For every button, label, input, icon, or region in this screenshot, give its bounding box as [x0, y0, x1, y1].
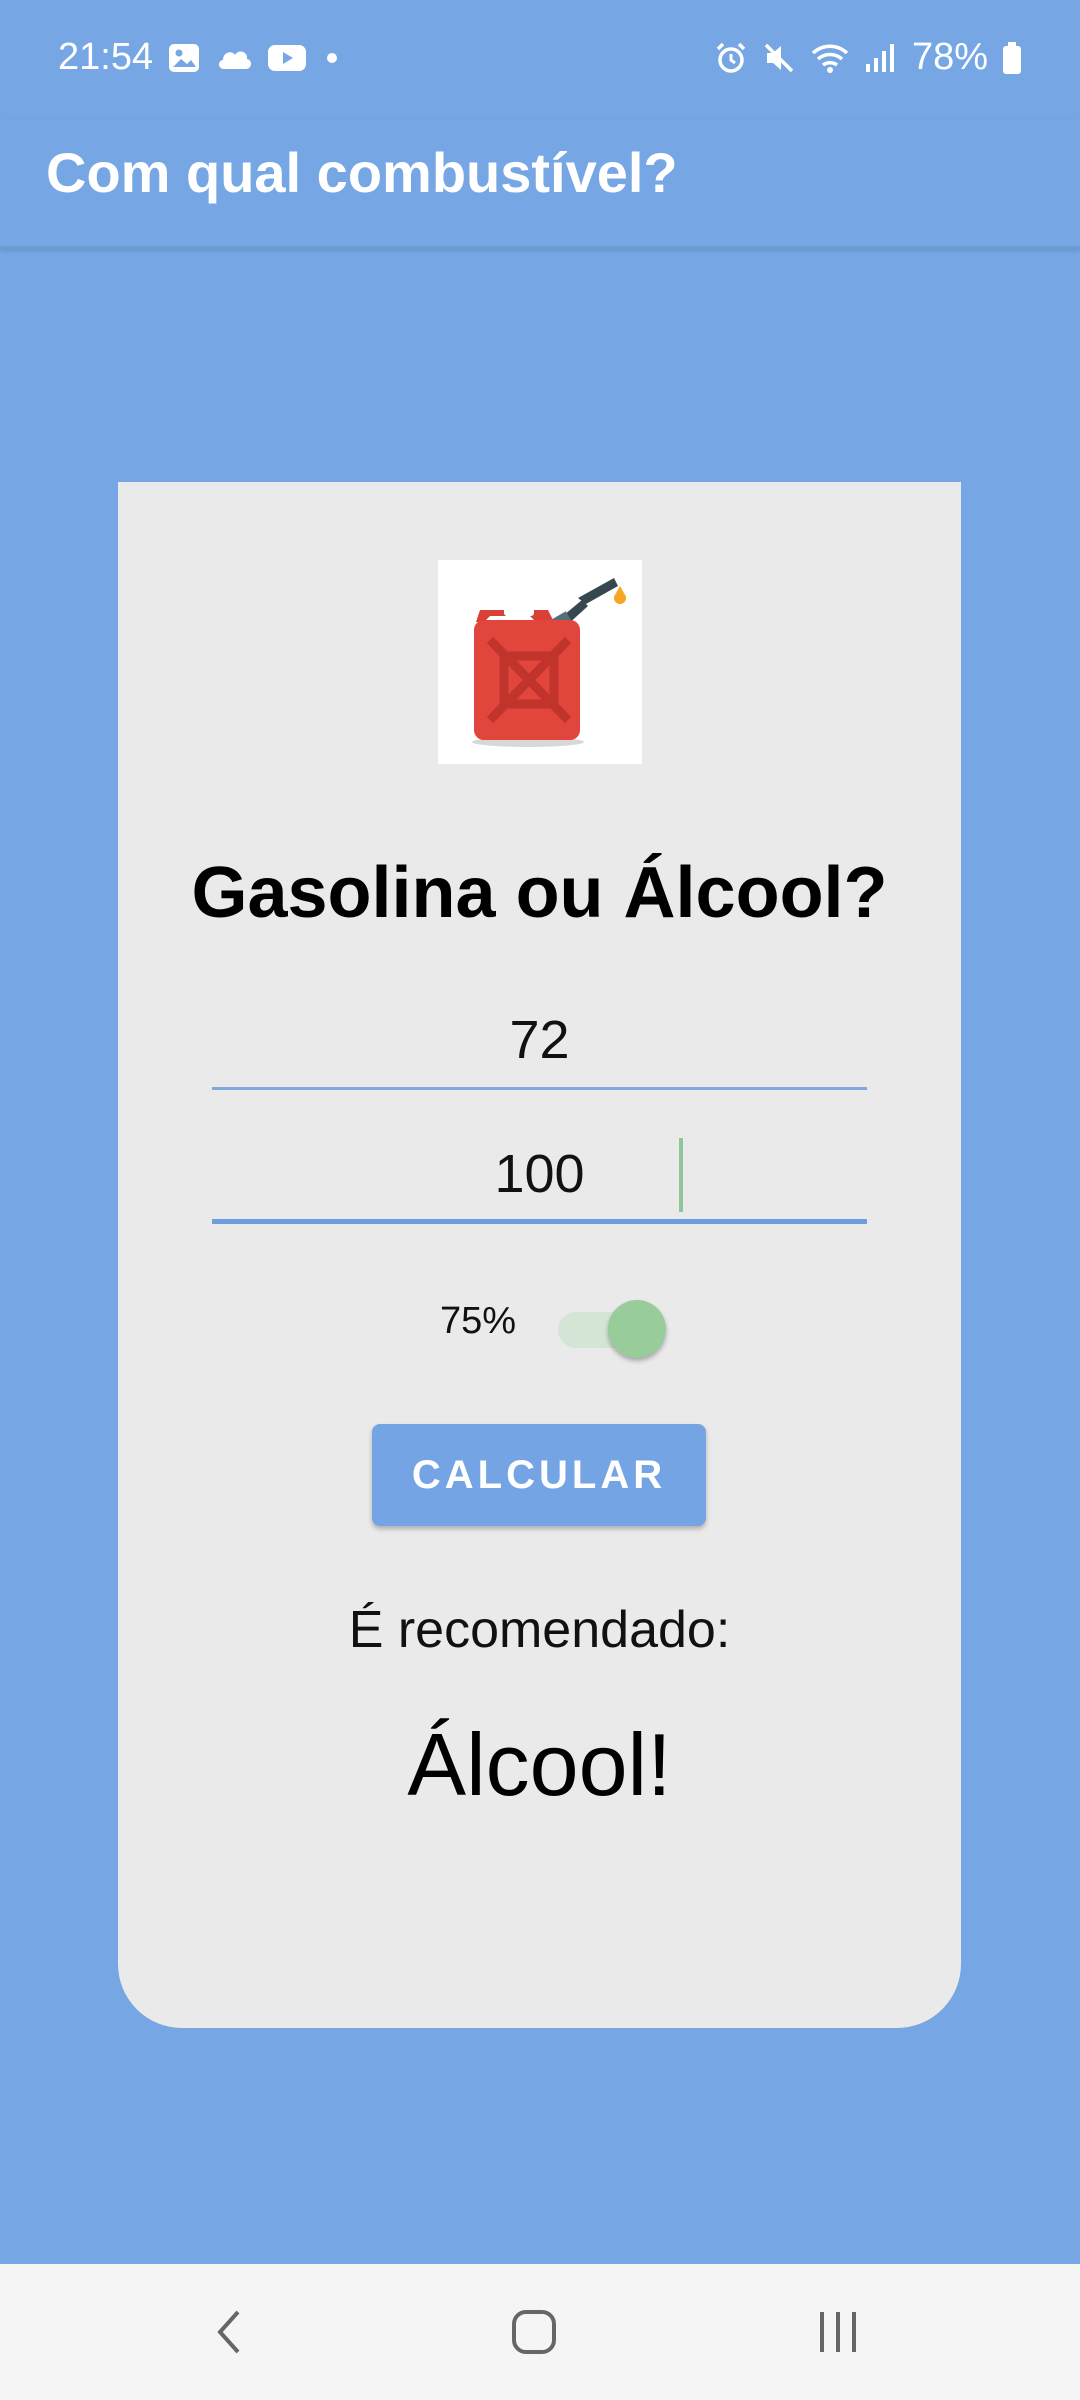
calcular-button[interactable]: CALCULAR	[372, 1424, 706, 1526]
status-right: 78%	[714, 36, 1022, 79]
battery-icon	[1002, 41, 1022, 75]
gasolina-price-field	[212, 1134, 867, 1224]
ratio-toggle-row: 75%	[118, 1282, 961, 1362]
cloud-icon	[215, 43, 253, 73]
back-icon[interactable]	[200, 2302, 260, 2362]
result-label: É recomendado:	[348, 1601, 731, 1659]
ratio-toggle[interactable]	[552, 1296, 666, 1358]
gasolina-price-input[interactable]	[212, 1134, 867, 1214]
dot-icon	[321, 47, 343, 69]
toggle-thumb	[608, 1300, 666, 1358]
field-underline-focused	[212, 1219, 867, 1224]
signal-icon	[864, 42, 898, 74]
ratio-label: 75%	[440, 1300, 517, 1342]
status-time: 21:54	[58, 36, 154, 78]
field-underline	[212, 1087, 867, 1090]
result-value: Álcool!	[407, 1715, 672, 1814]
fuel-can-icon	[438, 560, 642, 764]
recents-icon[interactable]	[808, 2302, 868, 2362]
navigation-bar	[0, 2264, 1080, 2400]
gallery-icon	[167, 41, 201, 75]
alcool-price-input[interactable]	[212, 1000, 867, 1080]
battery-level: 78%	[911, 36, 988, 78]
status-bar: 21:54 78%	[0, 0, 1080, 120]
alarm-icon	[714, 41, 748, 75]
home-icon[interactable]	[504, 2302, 564, 2362]
text-cursor	[679, 1138, 683, 1212]
youtube-icon	[267, 43, 307, 73]
alcool-price-field	[212, 1000, 867, 1090]
mute-icon	[762, 41, 796, 75]
calculator-card: Gasolina ou Álcool? 75% CALCULAR É recom…	[118, 482, 961, 2028]
app-bar: Com qual combustível?	[0, 120, 1080, 249]
wifi-icon	[810, 42, 850, 74]
page-heading: Gasolina ou Álcool?	[191, 853, 888, 933]
app-title: Com qual combustível?	[46, 141, 678, 204]
status-left: 21:54	[58, 36, 343, 79]
